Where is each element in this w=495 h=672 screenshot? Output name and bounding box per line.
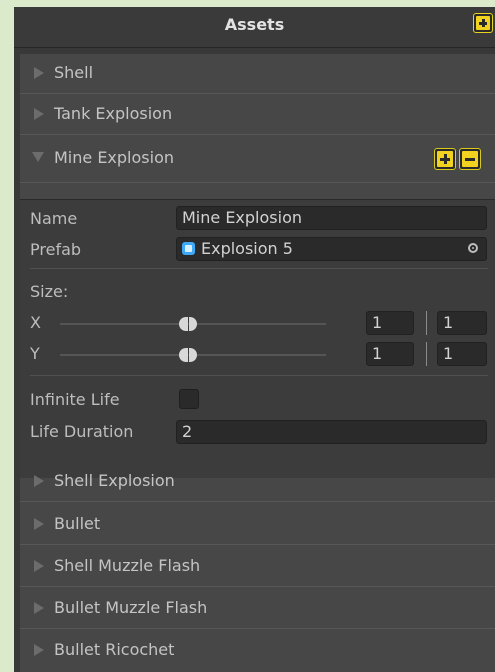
list-item-label: Bullet — [54, 514, 101, 533]
x-max-field[interactable]: 1 — [437, 311, 487, 335]
collapse-arrow-icon — [32, 152, 44, 162]
infinite-life-checkbox[interactable] — [179, 389, 199, 409]
life-duration-field[interactable]: 2 — [176, 420, 487, 444]
list-item-label: Shell Explosion — [54, 471, 175, 490]
row-divider — [20, 182, 495, 183]
infinite-life-label: Infinite Life — [30, 390, 120, 409]
list-item-mine-explosion[interactable]: Mine Explosion — [20, 136, 495, 182]
add-asset-button[interactable] — [473, 13, 493, 33]
list-item-shell[interactable]: Shell — [20, 54, 495, 94]
list-item-label: Bullet Muzzle Flash — [54, 598, 208, 617]
life-duration-label: Life Duration — [30, 422, 134, 441]
remove-button[interactable] — [459, 148, 481, 170]
list-item-label: Shell — [54, 63, 94, 82]
list-item-label: Tank Explosion — [54, 104, 173, 123]
plus-icon — [437, 151, 453, 167]
assets-header: Assets — [14, 7, 495, 48]
x-label: X — [30, 313, 41, 332]
list-item-shell-muzzle-flash[interactable]: Shell Muzzle Flash — [20, 547, 495, 587]
expand-arrow-icon — [34, 644, 44, 656]
section-divider — [30, 375, 488, 376]
y-range-handle[interactable] — [179, 348, 197, 362]
list-item-label: Bullet Ricochet — [54, 640, 175, 659]
prefab-value: Explosion 5 — [201, 239, 293, 258]
minus-icon — [462, 151, 478, 167]
expand-arrow-icon — [34, 518, 44, 530]
prefab-field[interactable]: Explosion 5 — [176, 237, 487, 261]
section-divider — [30, 268, 488, 269]
expand-arrow-icon — [34, 602, 44, 614]
y-min-field[interactable]: 1 — [366, 342, 414, 366]
range-separator — [426, 342, 427, 366]
list-item-label: Mine Explosion — [54, 148, 174, 167]
x-range-handle[interactable] — [179, 317, 197, 331]
list-item-bullet-muzzle-flash[interactable]: Bullet Muzzle Flash — [20, 589, 495, 629]
prefab-label: Prefab — [30, 240, 82, 259]
range-separator — [426, 311, 427, 335]
name-label: Name — [30, 209, 78, 228]
prefab-cube-icon — [182, 242, 195, 255]
assets-list: Shell Tank Explosion Mine Explosion Name… — [20, 54, 495, 672]
outer-frame-left — [0, 7, 14, 672]
list-item-bullet[interactable]: Bullet — [20, 505, 495, 545]
expand-arrow-icon — [34, 108, 44, 120]
y-label: Y — [30, 344, 40, 363]
expand-arrow-icon — [34, 67, 44, 79]
name-field[interactable]: Mine Explosion — [176, 206, 487, 230]
add-button[interactable] — [434, 148, 456, 170]
size-label: Size: — [30, 282, 69, 301]
list-item-tank-explosion[interactable]: Tank Explosion — [20, 95, 495, 135]
list-item-bullet-ricochet[interactable]: Bullet Ricochet — [20, 631, 495, 671]
expand-arrow-icon — [34, 475, 44, 487]
plus-icon — [476, 16, 490, 30]
header-title: Assets — [224, 15, 285, 34]
x-min-field[interactable]: 1 — [366, 311, 414, 335]
y-max-field[interactable]: 1 — [437, 342, 487, 366]
object-picker-icon[interactable] — [468, 243, 478, 253]
list-item-label: Shell Muzzle Flash — [54, 556, 201, 575]
expand-arrow-icon — [34, 560, 44, 572]
mine-explosion-details: Name Mine Explosion Prefab Explosion 5 S… — [20, 199, 495, 478]
outer-frame-top — [0, 0, 495, 7]
list-item-shell-explosion[interactable]: Shell Explosion — [20, 462, 495, 502]
